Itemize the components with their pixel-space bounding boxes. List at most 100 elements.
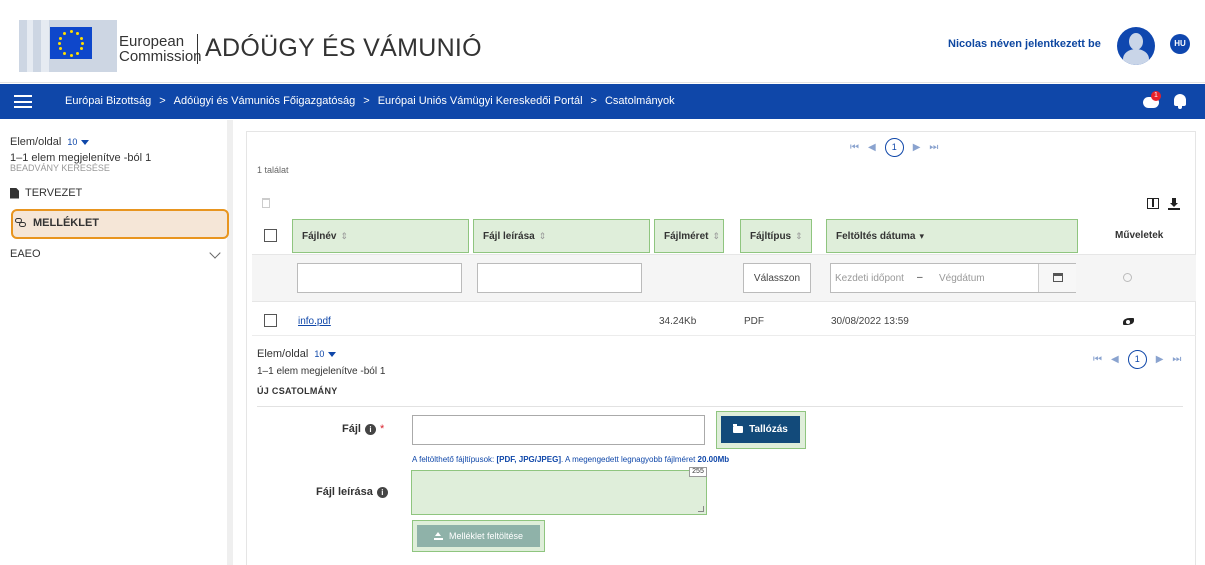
document-icon: [10, 187, 19, 199]
file-size: 34.24Kb: [659, 316, 697, 327]
column-label: Feltöltés dátuma: [836, 230, 916, 242]
caret-down-icon: [328, 351, 337, 357]
description-filter-input[interactable]: [477, 263, 642, 293]
sidebar-per-page[interactable]: Elem/oldal 10: [10, 136, 90, 148]
sort-icon: ⇕: [795, 230, 803, 241]
avatar-body: [1123, 49, 1149, 65]
sidebar-item-melleklet[interactable]: MELLÉKLET: [15, 217, 99, 229]
date-dash: –: [917, 272, 923, 283]
file-hint: A feltölthető fájltípusok: [PDF, JPG/JPE…: [412, 455, 729, 464]
description-textarea[interactable]: [411, 470, 707, 515]
sidebar-item-tervezet[interactable]: TERVEZET: [10, 187, 82, 199]
section-divider: [257, 406, 1183, 407]
upload-button-label: Melléklet feltöltése: [448, 531, 524, 541]
prev-page-icon[interactable]: ◀: [1111, 354, 1119, 365]
hint-prefix: A feltölthető fájltípusok:: [412, 455, 495, 464]
current-page[interactable]: 1: [1127, 350, 1147, 369]
breadcrumb: Európai Bizottság > Adóügyi és Vámuniós Fő…: [65, 95, 675, 107]
upload-icon: [433, 532, 443, 540]
filename-filter-input[interactable]: [297, 263, 462, 293]
sidebar-item-label: MELLÉKLET: [33, 217, 99, 229]
row-checkbox[interactable]: [264, 314, 277, 327]
user-avatar[interactable]: [1117, 27, 1155, 65]
last-page-icon[interactable]: ⏭: [1172, 354, 1181, 365]
prev-page-icon[interactable]: ◀: [868, 142, 876, 153]
sort-icon: ⇕: [712, 230, 721, 241]
main-navbar: Európai Bizottság > Adóügyi és Vámuniós Fő…: [0, 84, 1205, 119]
sort-icon: ⇕: [538, 230, 547, 241]
per-page-label: Elem/oldal: [257, 348, 309, 360]
avatar-head: [1129, 33, 1143, 50]
bell-body: [1174, 94, 1186, 106]
filetype-filter-select[interactable]: Válasszon: [743, 263, 811, 293]
column-header-filesize[interactable]: Fájlméret ⇕: [654, 219, 724, 253]
language-selector[interactable]: HU: [1170, 34, 1190, 54]
trash-icon[interactable]: [262, 198, 270, 208]
calendar-button[interactable]: [1038, 264, 1076, 292]
file-label-text: Fájl: [342, 423, 361, 435]
column-header-filename[interactable]: Fájlnév ⇕: [292, 219, 469, 253]
first-page-icon[interactable]: ⏮: [1093, 354, 1102, 365]
file-input[interactable]: [412, 415, 705, 445]
columns-icon[interactable]: [1147, 198, 1159, 209]
sidebar-item-label: TERVEZET: [25, 187, 83, 199]
upload-attachment-button[interactable]: Melléklet feltöltése: [417, 525, 540, 547]
sort-icon: ⇕: [340, 230, 349, 241]
page-header: European Commission ADÓÜGY ÉS VÁMUNIÓ Ni…: [0, 0, 1205, 83]
next-page-icon[interactable]: ▶: [1156, 354, 1164, 365]
messages-icon[interactable]: 1: [1143, 91, 1161, 109]
breadcrumb-item[interactable]: Európai Uniós Vámügyi Kereskedői Portál: [378, 95, 583, 107]
last-page-icon[interactable]: ⏭: [929, 142, 938, 153]
notification-badge: 1: [1151, 91, 1161, 101]
sidebar-item-eaeo[interactable]: EAEO: [10, 248, 41, 260]
resize-handle[interactable]: [698, 506, 704, 512]
hint-size: 20.00Mb: [697, 455, 730, 464]
file-link[interactable]: info.pdf: [298, 316, 331, 327]
per-page-value: 10: [314, 349, 325, 359]
browse-button[interactable]: Tallózás: [721, 416, 800, 443]
column-header-description[interactable]: Fájl leírása ⇕: [473, 219, 650, 253]
first-page-icon[interactable]: ⏮: [850, 142, 859, 153]
download-icon[interactable]: [1168, 198, 1180, 210]
sidebar-ghost-item: BEADVÁNY KERESÉSE: [10, 163, 110, 173]
per-page-selector[interactable]: Elem/oldal 10: [257, 348, 337, 360]
info-icon[interactable]: i: [376, 486, 388, 498]
per-page-value: 10: [67, 137, 78, 147]
eu-flag-icon: [50, 27, 92, 59]
ec-logo-text: European Commission: [119, 34, 202, 64]
ec-logo-line1: European: [119, 33, 185, 50]
site-title: ADÓÜGY ÉS VÁMUNIÓ: [205, 34, 482, 62]
logo-divider: [197, 34, 198, 64]
column-header-upload-date[interactable]: Feltöltés dátuma ▾: [826, 219, 1078, 253]
select-all-checkbox[interactable]: [264, 229, 277, 242]
hamburger-menu-icon[interactable]: [14, 95, 32, 108]
bell-icon[interactable]: [1172, 92, 1188, 110]
column-header-filetype[interactable]: Fájltípus ⇕: [740, 219, 812, 253]
attachment-icon: [15, 218, 27, 228]
column-label: Fájlméret: [664, 230, 709, 242]
next-page-icon[interactable]: ▶: [913, 142, 921, 153]
current-page[interactable]: 1: [884, 138, 904, 157]
section-title: ÚJ CSATOLMÁNY: [257, 386, 338, 396]
main-panel: [246, 131, 1196, 565]
browse-button-label: Tallózás: [749, 424, 788, 435]
breadcrumb-separator: >: [363, 95, 370, 107]
breadcrumb-separator: >: [590, 95, 597, 107]
calendar-icon: [1053, 273, 1063, 282]
browse-button-highlight: Tallózás: [716, 411, 806, 449]
upload-button-highlight: Melléklet feltöltése: [412, 520, 545, 552]
folder-icon: [733, 424, 744, 433]
items-count-text: 1–1 elem megjelenítve -ból 1: [257, 366, 386, 377]
breadcrumb-item[interactable]: Adóügyi és Vámuniós Főigazgatóság: [174, 95, 356, 107]
hint-types: [PDF, JPG/JPEG]: [496, 455, 561, 464]
row-divider: [252, 335, 1196, 336]
column-label: Fájlnév: [302, 230, 337, 242]
date-range-filter[interactable]: Kezdeti időpont – Végdátum: [830, 263, 1076, 293]
info-icon[interactable]: i: [364, 423, 376, 435]
hint-middle: . A megengedett legnagyobb fájlméret: [560, 455, 696, 464]
ec-logo[interactable]: European Commission: [19, 20, 202, 72]
breadcrumb-item[interactable]: Európai Bizottság: [65, 95, 151, 107]
column-header-actions: Műveletek: [1115, 230, 1164, 241]
results-count: 1 találat: [257, 165, 289, 175]
clear-filters-icon[interactable]: [1123, 273, 1132, 282]
